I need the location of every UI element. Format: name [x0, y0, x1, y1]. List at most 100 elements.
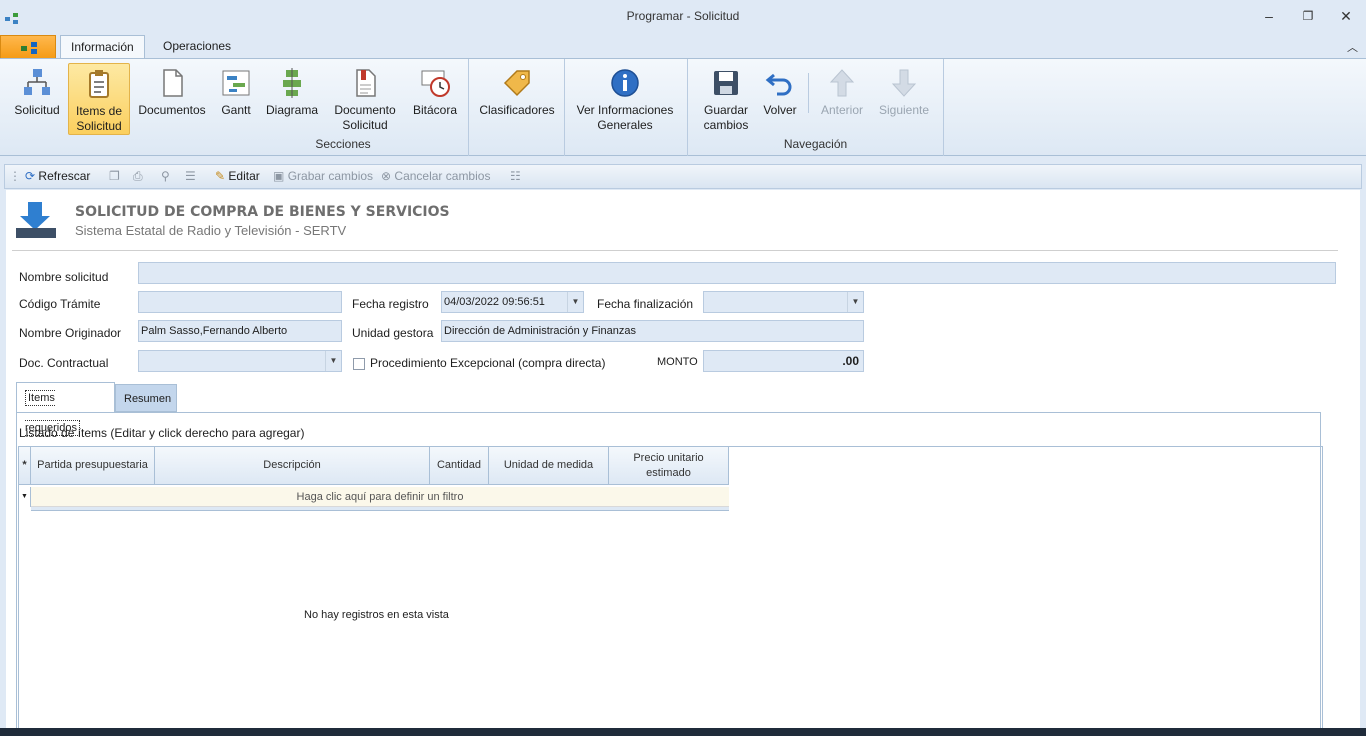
ribbon: Solicitud Items de Solicitud Documentos … — [0, 58, 1366, 156]
undo-arrow-icon — [765, 73, 792, 96]
info-icon — [611, 69, 639, 97]
diagrama-label: Diagrama — [265, 103, 319, 117]
clock-calendar-icon — [421, 70, 450, 97]
documento-solicitud-button[interactable]: Documento Solicitud — [330, 63, 400, 135]
codigo-tramite-field[interactable] — [138, 291, 342, 313]
save-small-icon: ▣ — [273, 169, 285, 183]
form-content: SOLICITUD DE COMPRA DE BIENES Y SERVICIO… — [6, 190, 1360, 736]
doc-contractual-field[interactable]: ▼ — [138, 350, 342, 372]
fecha-finalizacion-dropdown-icon[interactable]: ▼ — [847, 292, 863, 312]
application-menu-button[interactable] — [0, 35, 56, 58]
cancelar-cambios-button[interactable]: ⊗ Cancelar cambios — [381, 169, 490, 183]
anterior-button[interactable]: Anterior — [814, 63, 870, 135]
unidad-gestora-field[interactable]: Dirección de Administración y Finanzas — [441, 320, 864, 342]
empty-grid-message: No hay registros en esta vista — [304, 609, 449, 621]
minimize-button[interactable]: – — [1257, 6, 1281, 26]
ribbon-separator — [808, 73, 809, 113]
page-subtitle: Sistema Estatal de Radio y Televisión - … — [75, 223, 347, 238]
fecha-registro-value: 04/03/2022 09:56:51 — [444, 296, 545, 308]
fecha-finalizacion-field[interactable]: ▼ — [703, 291, 864, 313]
refresh-icon: ⟳ — [25, 169, 36, 183]
toolbar-grip: ⋮ — [9, 169, 21, 183]
collapse-ribbon-icon[interactable]: ︿ — [1347, 39, 1358, 55]
col-partida[interactable]: Partida presupuestaria — [31, 447, 155, 485]
items-label-1: Items de — [75, 104, 123, 118]
edit-pencil-icon: ✎ — [215, 169, 226, 183]
codigo-tramite-label: Código Trámite — [19, 297, 101, 311]
grabar-cambios-button[interactable]: ▣ Grabar cambios — [273, 169, 373, 183]
unidad-gestora-label: Unidad gestora — [352, 326, 434, 340]
taskbar — [0, 728, 1366, 736]
solicitud-button[interactable]: Solicitud — [10, 63, 64, 135]
nombre-solicitud-label: Nombre solicitud — [19, 270, 109, 284]
gantt-label: Gantt — [221, 103, 251, 117]
diagram-icon — [283, 68, 301, 98]
tab-items-requeridos[interactable]: Items requeridos — [16, 382, 115, 436]
procedimiento-checkbox[interactable] — [353, 358, 365, 370]
filter-row[interactable]: Haga clic aquí para definir un filtro — [31, 487, 729, 507]
columns-button[interactable]: ☷ — [510, 169, 521, 183]
procedimiento-label: Procedimiento Excepcional (compra direct… — [370, 356, 606, 370]
grabar-label: Grabar cambios — [287, 169, 374, 183]
document-icon — [163, 69, 183, 97]
col-precio-unitario[interactable]: Precio unitario estimado — [609, 447, 729, 485]
gantt-button[interactable]: Gantt — [216, 63, 256, 135]
col-unidad-medida[interactable]: Unidad de medida — [489, 447, 609, 485]
monto-label: MONTO — [657, 356, 698, 368]
print-button[interactable]: ⎙ — [133, 169, 143, 184]
ver-informaciones-label-2: Generales — [597, 118, 653, 132]
doc-contractual-dropdown-icon[interactable]: ▼ — [325, 351, 341, 371]
refrescar-button[interactable]: ⟳ Refrescar — [25, 169, 90, 183]
siguiente-label: Siguiente — [878, 103, 930, 117]
items-solicitud-button[interactable]: Items de Solicitud — [68, 63, 130, 135]
ver-informaciones-button[interactable]: Ver Informaciones Generales — [572, 63, 678, 135]
nombre-originador-field[interactable]: Palm Sasso,Fernando Alberto — [138, 320, 342, 342]
ribbon-separator — [943, 59, 944, 156]
tab-informacion[interactable]: Información — [60, 35, 145, 58]
download-tray-icon — [16, 202, 56, 238]
grid-caption: Listado de ítems (Editar y click derecho… — [19, 426, 305, 440]
col-descripcion[interactable]: Descripción — [155, 447, 430, 485]
editar-button[interactable]: ✎ Editar — [215, 169, 260, 183]
group-navegacion: Navegación — [783, 137, 848, 151]
find-button[interactable]: ⚲ — [161, 169, 170, 183]
diagrama-button[interactable]: Diagrama — [263, 63, 321, 135]
group-secciones: Secciones — [315, 137, 371, 151]
monto-field[interactable]: .00 — [703, 350, 864, 372]
siguiente-button[interactable]: Siguiente — [874, 63, 934, 135]
list-icon: ☰ — [185, 169, 196, 183]
restore-button[interactable]: ❐ — [1296, 6, 1320, 26]
tag-icon — [503, 70, 530, 97]
guardar-cambios-button[interactable]: Guardar cambios — [698, 63, 754, 135]
list-button[interactable]: ☰ — [185, 169, 196, 183]
save-icon — [714, 71, 738, 95]
items-label-2: Solicitud — [76, 119, 122, 133]
toolbar: ⋮ ⟳ Refrescar ❐ ⎙ ⚲ ☰ ✎ Editar ▣ Grabar … — [4, 164, 1362, 189]
fecha-registro-field[interactable]: 04/03/2022 09:56:51 ▼ — [441, 291, 584, 313]
nombre-solicitud-field[interactable] — [138, 262, 1336, 284]
bitacora-button[interactable]: Bitácora — [410, 63, 460, 135]
clasificadores-button[interactable]: Clasificadores — [476, 63, 558, 135]
columns-icon: ☷ — [510, 169, 521, 183]
close-button[interactable]: ✕ — [1334, 6, 1358, 26]
documento-solicitud-label-2: Solicitud — [342, 118, 388, 132]
tab-resumen[interactable]: Resumen — [115, 384, 177, 412]
clipboard-icon — [89, 70, 109, 98]
fecha-registro-dropdown-icon[interactable]: ▼ — [567, 292, 583, 312]
grid-header-footer — [31, 507, 729, 511]
tab-operaciones[interactable]: Operaciones — [153, 35, 241, 58]
guardar-label-2: cambios — [703, 118, 749, 132]
page-title: SOLICITUD DE COMPRA DE BIENES Y SERVICIO… — [75, 204, 450, 220]
documentos-button[interactable]: Documentos — [136, 63, 208, 135]
fecha-registro-label: Fecha registro — [352, 297, 429, 311]
bitacora-label: Bitácora — [412, 103, 458, 117]
col-cantidad[interactable]: Cantidad — [430, 447, 489, 485]
document-ribbon-icon — [356, 69, 376, 97]
volver-label: Volver — [763, 103, 797, 117]
solicitud-label: Solicitud — [14, 103, 60, 117]
cancelar-label: Cancelar cambios — [394, 169, 491, 183]
volver-button[interactable]: Volver — [760, 63, 800, 135]
copy-button[interactable]: ❐ — [109, 169, 120, 183]
header-divider — [12, 250, 1338, 251]
clasificadores-label: Clasificadores — [479, 103, 555, 117]
